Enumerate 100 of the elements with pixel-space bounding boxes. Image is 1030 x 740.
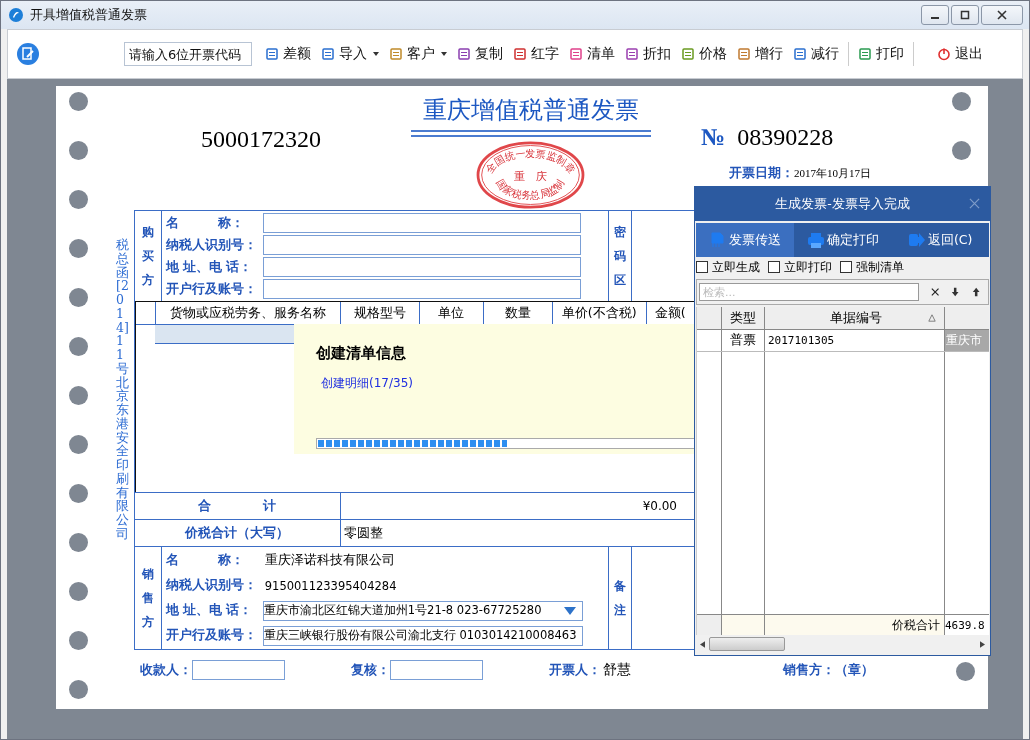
input-field[interactable] <box>262 213 581 233</box>
minimize-button[interactable] <box>921 5 949 25</box>
section-label: 密码区 <box>607 211 632 301</box>
option-checkbox[interactable]: 强制清单 <box>840 258 904 276</box>
column-header[interactable]: 单据编号 <box>765 307 945 329</box>
option-checkbox[interactable]: 立即打印 <box>768 258 832 276</box>
invoice-number: 08390228 <box>737 124 834 151</box>
drawer-name: 舒慧 <box>603 661 631 679</box>
input-field[interactable] <box>262 279 581 299</box>
punch-hole <box>69 190 88 209</box>
popup-title: 创建清单信息 <box>316 344 407 363</box>
punch-hole <box>952 141 971 160</box>
punch-hole <box>69 92 88 111</box>
toolbar-button[interactable]: 导入 <box>316 45 384 63</box>
toolbar-button[interactable]: 增行 <box>732 45 788 63</box>
power-icon <box>937 47 951 61</box>
arrow-right-icon[interactable] <box>980 640 985 648</box>
search-field[interactable]: 检索... <box>699 283 919 301</box>
list-icon <box>265 47 279 61</box>
toolbar-button[interactable]: 退出 <box>932 45 988 63</box>
reviewer-label: 复核： <box>351 661 390 679</box>
progress-status: 创建明细(17/35) <box>320 375 414 392</box>
number-sign: № <box>701 124 726 151</box>
toolbar-button[interactable]: 清单 <box>564 45 620 63</box>
total-amount: ¥0.00 <box>642 499 677 513</box>
list-icon <box>737 47 751 61</box>
reviewer-field[interactable] <box>390 660 483 680</box>
invoice-code: 5000172320 <box>200 125 322 153</box>
edit-document-icon[interactable] <box>16 42 40 66</box>
list-icon <box>321 47 335 61</box>
toolbar-button[interactable]: 复制 <box>452 45 508 63</box>
dialog-action-button[interactable]: 发票传送 <box>696 223 794 257</box>
toolbar-button[interactable]: 客户 <box>384 45 452 63</box>
scroll-thumb[interactable] <box>709 637 785 651</box>
list-icon <box>625 47 639 61</box>
app-logo-icon <box>8 7 24 23</box>
toolbar-button[interactable]: 减行 <box>788 45 844 63</box>
arrow-down-icon[interactable] <box>951 287 960 297</box>
payee-field[interactable] <box>192 660 285 680</box>
caret-icon <box>441 52 447 56</box>
clear-icon[interactable] <box>930 287 940 297</box>
section-label: 销售方 <box>134 547 162 649</box>
section-label: 备注 <box>607 547 632 649</box>
close-icon[interactable] <box>969 198 980 209</box>
list-icon <box>569 47 583 61</box>
punch-hole <box>69 435 88 454</box>
close-button[interactable] <box>981 5 1023 25</box>
table-cell: 普票 <box>722 330 765 351</box>
punch-hole <box>69 484 88 503</box>
drawer-label: 开票人： <box>549 661 601 679</box>
arrow-left-icon[interactable] <box>700 640 705 648</box>
close-icon <box>997 10 1007 20</box>
input-field[interactable] <box>262 257 581 277</box>
punch-hole <box>952 92 971 111</box>
toolbar-button[interactable]: 价格 <box>676 45 732 63</box>
official-seal: 全国统一发票监制章 重 庆 国家税务总局监制 <box>475 140 586 210</box>
address-dropdown[interactable]: 重庆市渝北区红锦大道加州1号21-8 023-67725280 <box>262 600 583 621</box>
seller-tax-id: 915001123395404284 <box>263 578 397 593</box>
option-checkbox[interactable]: 立即生成 <box>696 258 760 276</box>
invoice-date: 2017年10月17日 <box>794 166 871 181</box>
field-label: 名 称： <box>165 214 245 232</box>
punch-hole <box>69 680 88 699</box>
maximize-button[interactable] <box>951 5 979 25</box>
minimize-icon <box>931 17 939 19</box>
toolbar-button[interactable]: 差额 <box>260 45 316 63</box>
column-header[interactable]: 类型 <box>722 307 765 329</box>
column-header: 金额( <box>653 304 687 322</box>
field-label: 纳税人识别号： <box>165 236 258 254</box>
punch-hole <box>69 631 88 650</box>
list-icon <box>457 47 471 61</box>
printer-icon <box>806 231 825 249</box>
punch-hole <box>69 533 88 552</box>
field-label: 名 称： <box>165 552 245 569</box>
input-field[interactable] <box>262 235 581 255</box>
list-icon <box>858 47 872 61</box>
punch-hole <box>69 386 88 405</box>
punch-hole <box>69 582 88 601</box>
arrow-up-icon[interactable] <box>971 287 980 297</box>
printer-note: 税总函[2014]11号北京东港安全印刷有限公司 <box>116 236 130 543</box>
punch-hole <box>69 239 88 258</box>
list-icon <box>681 47 695 61</box>
punch-hole <box>69 288 88 307</box>
toolbar-button[interactable]: 折扣 <box>620 45 676 63</box>
seller-name: 重庆泽诺科技有限公司 <box>263 552 395 569</box>
field-label: 地 址、电 话： <box>165 602 254 619</box>
field-label: 地 址、电 话： <box>165 258 254 276</box>
field-label: 开户行及账号： <box>165 627 258 644</box>
footer-label: 价税合计 <box>765 615 945 635</box>
bank-account-dropdown[interactable]: 重庆三峡银行股份有限公司渝北支行 0103014210008463 <box>262 625 583 646</box>
toolbar-button[interactable]: 红字 <box>508 45 564 63</box>
date-label: 开票日期： <box>729 165 794 182</box>
toolbar-button[interactable]: 打印 <box>853 45 909 63</box>
total-in-words: 零圆整 <box>343 524 383 542</box>
caret-icon <box>563 606 576 615</box>
seller-seal-label: 销售方：（章） <box>783 661 874 679</box>
list-icon <box>513 47 527 61</box>
total-words-label: 价税合计（大写） <box>134 520 341 546</box>
punch-hole <box>69 141 88 160</box>
sort-icon <box>928 314 936 322</box>
invoice-code-field[interactable]: 请输入6位开票代码 <box>124 42 252 66</box>
